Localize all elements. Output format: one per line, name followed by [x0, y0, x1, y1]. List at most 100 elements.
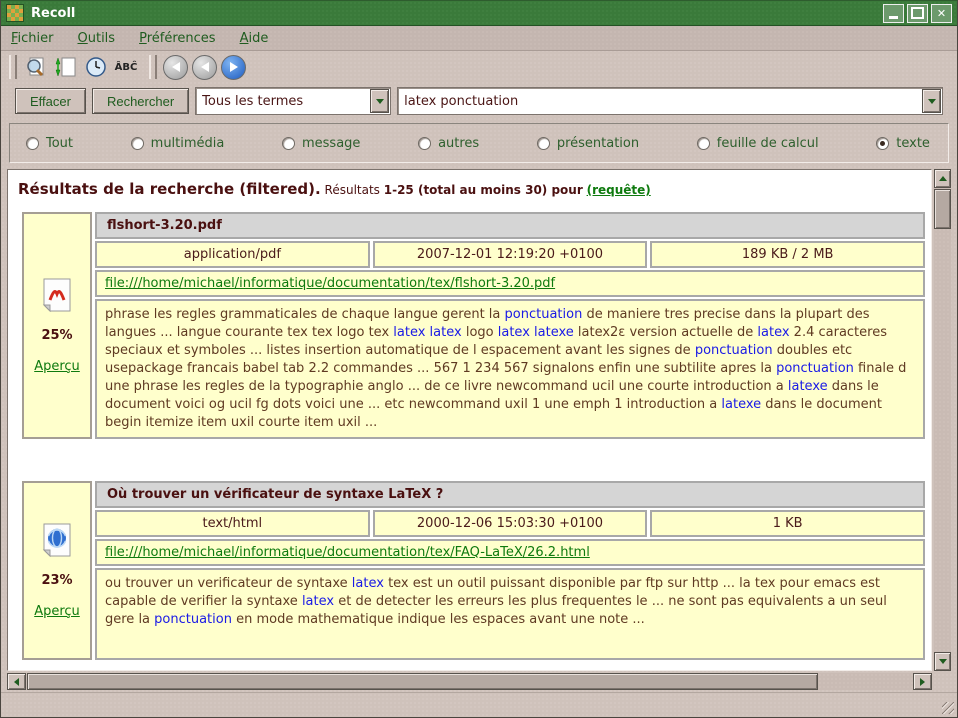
result-date: 2000-12-06 15:03:30 +0100	[373, 510, 648, 537]
category-radio-texte[interactable]: texte	[876, 136, 930, 151]
dropdown-button[interactable]	[370, 89, 389, 113]
radio-label: feuille de calcul	[717, 136, 819, 151]
horizontal-scroll-thumb[interactable]	[27, 673, 818, 690]
menu-aide[interactable]: Aide	[240, 31, 269, 46]
scroll-left-button[interactable]	[7, 673, 26, 690]
menu-bar: Fichier Outils Préférences Aide	[1, 26, 957, 51]
vertical-scroll-thumb[interactable]	[934, 189, 951, 229]
maximize-icon	[911, 7, 924, 19]
arrow-right-icon	[230, 62, 238, 72]
result-url-link[interactable]: file:///home/michael/informatique/docume…	[105, 276, 555, 291]
chevron-down-icon	[928, 99, 936, 104]
arrow-right-icon	[920, 678, 925, 686]
search-button[interactable]: Rechercher	[92, 88, 189, 114]
radio-label: autres	[438, 136, 479, 151]
title-bar: Recoll ✕	[1, 1, 957, 26]
category-radio-autres[interactable]: autres	[418, 136, 479, 151]
search-input[interactable]: latex ponctuation	[398, 94, 922, 109]
query-dropdown-button[interactable]	[922, 89, 941, 113]
result-side-panel: 23% Aperçu	[22, 481, 92, 660]
previous-page-button[interactable]	[192, 55, 217, 80]
update-index-button[interactable]	[53, 54, 79, 80]
result-title: flshort-3.20.pdf	[95, 212, 925, 239]
clear-button[interactable]: Effacer	[15, 88, 86, 114]
maximize-button[interactable]	[907, 4, 928, 23]
preview-link[interactable]: Aperçu	[34, 604, 80, 619]
arrow-up-icon	[939, 176, 947, 181]
horizontal-scrollbar[interactable]	[7, 673, 932, 690]
menu-outils[interactable]: Outils	[78, 31, 116, 46]
radio-icon[interactable]	[697, 137, 710, 150]
scrollbar-corner	[932, 671, 951, 690]
results-header: Résultats de la recherche (filtered). Ré…	[18, 180, 927, 198]
result-meta-row: text/html 2000-12-06 15:03:30 +0100 1 KB	[95, 510, 925, 537]
pdf-icon	[42, 278, 72, 312]
result-size: 189 KB / 2 MB	[650, 241, 925, 268]
minimize-icon	[889, 16, 898, 19]
result-date: 2007-12-01 12:19:20 +0100	[373, 241, 648, 268]
radio-icon[interactable]	[282, 137, 295, 150]
close-icon: ✕	[937, 8, 946, 19]
result-snippet: ou trouver un verificateur de syntaxe la…	[95, 568, 925, 660]
relevance-percent: 25%	[41, 328, 72, 343]
search-mode-select[interactable]: Tous les termes	[195, 87, 391, 115]
menu-fichier[interactable]: Fichier	[11, 31, 54, 46]
search-query-combo[interactable]: latex ponctuation	[397, 87, 943, 115]
next-page-button[interactable]	[221, 55, 246, 80]
result-url-link[interactable]: file:///home/michael/informatique/docume…	[105, 545, 590, 560]
resize-grip[interactable]	[942, 702, 954, 714]
radio-label: message	[302, 136, 360, 151]
relevance-percent: 23%	[41, 573, 72, 588]
status-bar	[1, 692, 957, 717]
radio-label: multimédia	[151, 136, 225, 151]
radio-icon[interactable]	[26, 137, 39, 150]
result-url-row: file:///home/michael/informatique/docume…	[95, 539, 925, 566]
radio-icon[interactable]	[131, 137, 144, 150]
clock-icon	[85, 56, 107, 78]
document-sort-icon	[55, 56, 77, 78]
arrow-down-icon	[939, 659, 947, 664]
results-title: Résultats de la recherche (filtered).	[18, 180, 321, 198]
result-entry: 23% Aperçu Où trouver un vérificateur de…	[22, 481, 925, 660]
toolbar-handle[interactable]	[9, 55, 17, 79]
category-radio-multimédia[interactable]: multimédia	[131, 136, 225, 151]
category-radio-message[interactable]: message	[282, 136, 360, 151]
html-icon	[42, 523, 72, 557]
first-page-button[interactable]	[163, 55, 188, 80]
term-explorer-button[interactable]: ÂBĈ	[113, 54, 139, 80]
query-link[interactable]: (requête)	[587, 183, 651, 197]
result-size: 1 KB	[650, 510, 925, 537]
spellcheck-icon: ÂBĈ	[115, 62, 138, 73]
result-mimetype: application/pdf	[95, 241, 370, 268]
close-button[interactable]: ✕	[931, 4, 952, 23]
scroll-down-button[interactable]	[934, 652, 951, 671]
scroll-right-button[interactable]	[913, 673, 932, 690]
category-radio-présentation[interactable]: présentation	[537, 136, 639, 151]
preview-document-button[interactable]	[23, 54, 49, 80]
result-title: Où trouver un vérificateur de syntaxe La…	[95, 481, 925, 508]
menu-preferences[interactable]: Préférences	[139, 31, 215, 46]
minimize-button[interactable]	[883, 4, 904, 23]
horizontal-scroll-track[interactable]	[26, 673, 913, 690]
results-count-label: Résultats	[325, 183, 380, 197]
radio-label: texte	[896, 136, 930, 151]
preview-link[interactable]: Aperçu	[34, 359, 80, 374]
chevron-down-icon	[376, 99, 384, 104]
search-row: Effacer Rechercher Tous les termes latex…	[1, 83, 957, 119]
vertical-scroll-track[interactable]	[934, 188, 951, 652]
toolbar-handle-2[interactable]	[149, 55, 157, 79]
scroll-up-button[interactable]	[934, 169, 951, 188]
radio-icon[interactable]	[876, 137, 889, 150]
radio-label: présentation	[557, 136, 639, 151]
radio-icon[interactable]	[537, 137, 550, 150]
result-snippet: phrase les regles grammaticales de chaqu…	[95, 299, 925, 439]
category-radio-Tout[interactable]: Tout	[26, 136, 73, 151]
history-button[interactable]	[83, 54, 109, 80]
vertical-scrollbar[interactable]	[934, 169, 951, 671]
toolbar: ÂBĈ	[1, 51, 957, 83]
results-range: 1-25 (total au moins 30) pour	[384, 183, 583, 197]
category-radio-feuille-de-calcul[interactable]: feuille de calcul	[697, 136, 819, 151]
radio-icon[interactable]	[418, 137, 431, 150]
radio-label: Tout	[46, 136, 73, 151]
arrow-left-icon	[201, 62, 209, 72]
